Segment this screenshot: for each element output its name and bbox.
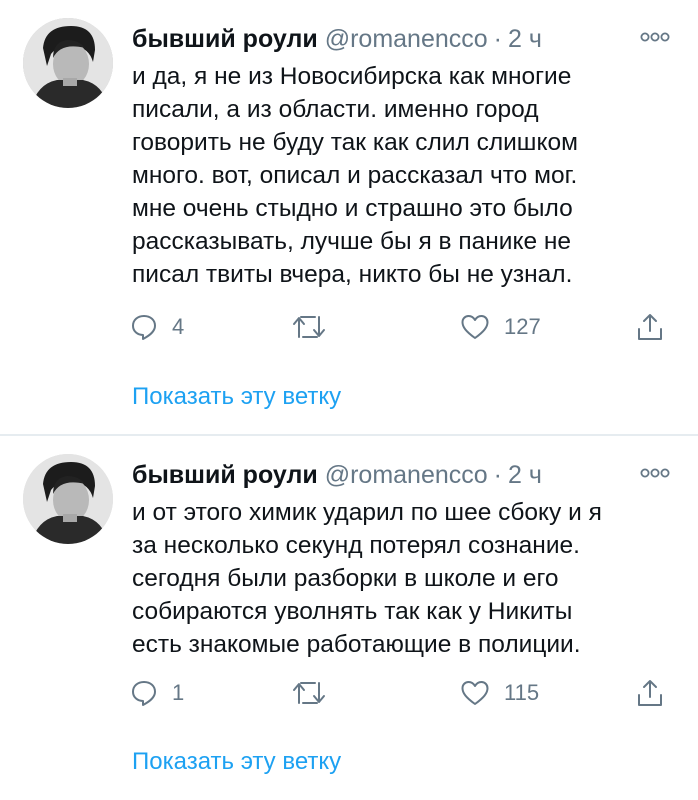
like-button[interactable]: 115: [460, 673, 539, 713]
share-icon: [638, 314, 662, 340]
show-thread-link[interactable]: Показать эту ветку: [132, 383, 341, 411]
tweet-actions: 1 115: [0, 673, 698, 713]
tweet-text-line: писали, а из области. именно город: [132, 96, 539, 123]
tweet[interactable]: бывший роули @romanencco · 2 ч и да, я н…: [0, 0, 698, 434]
avatar-photo: [23, 18, 113, 108]
reply-count: 1: [172, 680, 185, 705]
user-handle[interactable]: @romanencco: [325, 458, 488, 492]
retweet-button[interactable]: [292, 307, 326, 347]
tweet-time[interactable]: 2 ч: [508, 22, 542, 56]
more-options-icon: [640, 468, 670, 478]
reply-count: 4: [172, 314, 185, 339]
retweet-icon: [293, 316, 325, 338]
reply-icon: [132, 681, 156, 706]
like-count: 115: [504, 680, 540, 705]
more-options-button[interactable]: [640, 466, 670, 480]
separator-dot: ·: [493, 461, 502, 489]
tweet-text-line: за несколько секунд потерял сознание.: [132, 532, 580, 559]
like-icon: [461, 315, 489, 339]
tweet-text-line: и да, я не из Новосибирска как многие: [132, 63, 572, 90]
more-options-icon: [640, 32, 670, 42]
tweet-text-line: сегодня были разборки в школе и его: [132, 565, 559, 592]
tweet-text: и да, я не из Новосибирска как многие пи…: [132, 60, 672, 291]
tweet-feed: бывший роули @romanencco · 2 ч и да, я н…: [0, 0, 698, 800]
tweet-text-line: рассказывать, лучше бы я в панике не: [132, 228, 572, 255]
share-button[interactable]: [636, 307, 664, 347]
share-button[interactable]: [636, 673, 664, 713]
tweet-text: и от этого химик ударил по шее сбоку и я…: [132, 496, 672, 661]
reply-button[interactable]: 4: [130, 307, 184, 347]
tweet-text-line: говорить не буду так как слил слишком: [132, 129, 578, 156]
avatar-photo: [23, 454, 113, 544]
share-icon: [638, 680, 662, 706]
tweet-time[interactable]: 2 ч: [508, 458, 542, 492]
tweet-header: бывший роули @romanencco · 2 ч: [132, 458, 542, 492]
tweet-text-line: мне очень стыдно и страшно это было: [132, 195, 573, 222]
reply-icon: [132, 315, 156, 340]
display-name[interactable]: бывший роули: [132, 458, 318, 492]
display-name[interactable]: бывший роули: [132, 22, 318, 56]
more-options-button[interactable]: [640, 30, 670, 44]
reply-button[interactable]: 1: [130, 673, 184, 713]
like-icon: [461, 681, 489, 705]
tweet-text-line: много. вот, описал и рассказал что мог.: [132, 162, 578, 189]
separator-dot: ·: [493, 25, 502, 53]
tweet-text-line: собираются уволнять так как у Никиты: [132, 598, 573, 625]
tweet-header: бывший роули @romanencco · 2 ч: [132, 22, 542, 56]
retweet-button[interactable]: [292, 673, 326, 713]
retweet-icon: [293, 682, 325, 704]
user-handle[interactable]: @romanencco: [325, 22, 488, 56]
tweet-text-line: есть знакомые работающие в полиции.: [132, 631, 581, 658]
avatar[interactable]: [23, 18, 113, 108]
like-count: 127: [504, 314, 541, 339]
show-thread-link[interactable]: Показать эту ветку: [132, 748, 341, 776]
tweet-text-line: и от этого химик ударил по шее сбоку и я: [132, 499, 602, 526]
avatar[interactable]: [23, 454, 113, 544]
tweet[interactable]: бывший роули @romanencco · 2 ч и от этог…: [0, 436, 698, 800]
tweet-actions: 4 127: [0, 307, 698, 347]
like-button[interactable]: 127: [460, 307, 541, 347]
tweet-text-line: писал твиты вчера, никто бы не узнал.: [132, 261, 573, 288]
